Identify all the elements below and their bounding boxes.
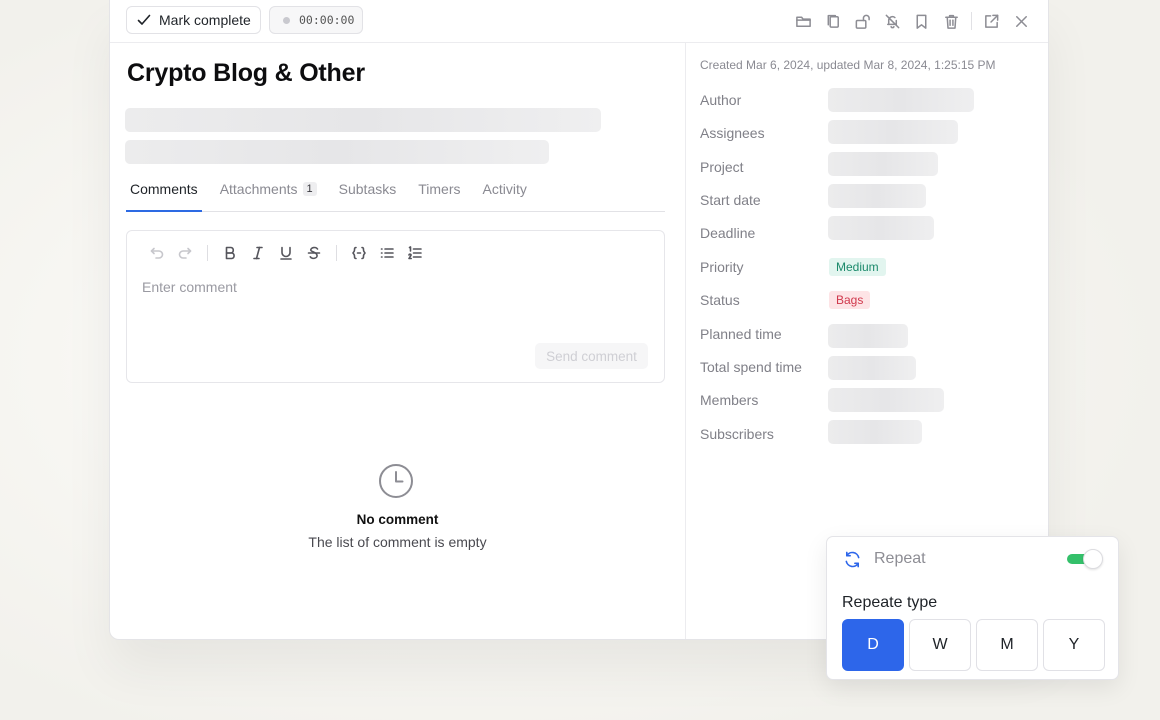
repeat-type-label: Repeate type — [842, 594, 938, 611]
send-comment-button[interactable]: Send comment — [535, 343, 648, 369]
created-updated-text: Created Mar 6, 2024, updated Mar 8, 2024… — [700, 58, 996, 72]
empty-state-subtitle: The list of comment is empty — [308, 534, 487, 550]
property-label-deadline: Deadline — [700, 225, 756, 241]
delete-button[interactable] — [937, 9, 967, 33]
refresh-icon — [845, 551, 860, 568]
external-link-icon — [985, 14, 999, 28]
copy-icon — [827, 14, 839, 28]
bookmark-button[interactable] — [907, 9, 937, 33]
subscribers-value-skeleton[interactable] — [828, 420, 922, 444]
redo-button[interactable] — [171, 243, 199, 263]
timer-value: 00:00:00 — [299, 13, 355, 27]
comment-input[interactable]: Enter comment — [142, 279, 237, 295]
underline-button[interactable] — [272, 243, 300, 263]
task-main-panel: Crypto Blog & Other Comments Attachments… — [110, 43, 685, 639]
undo-icon — [150, 247, 164, 259]
open-external-button[interactable] — [977, 9, 1007, 33]
task-title: Crypto Blog & Other — [127, 59, 365, 87]
description-skeleton-line — [125, 108, 601, 132]
code-braces-icon — [352, 246, 366, 260]
strikethrough-icon — [307, 246, 321, 260]
repeat-type-yearly-button[interactable]: Y — [1043, 619, 1105, 671]
underline-icon — [280, 246, 292, 260]
folder-icon — [796, 15, 812, 27]
priority-badge[interactable]: Medium — [829, 258, 886, 276]
repeat-label: Repeat — [874, 550, 926, 567]
members-value-skeleton[interactable] — [828, 388, 944, 412]
property-label-status: Status — [700, 292, 740, 308]
property-label-members: Members — [700, 392, 759, 408]
property-label-project: Project — [700, 159, 744, 175]
bold-icon — [225, 246, 235, 260]
attachments-count-badge: 1 — [302, 182, 317, 196]
toolbar-divider — [971, 12, 972, 30]
close-button[interactable] — [1007, 9, 1037, 33]
timer-status-dot — [283, 16, 290, 24]
redo-icon — [178, 247, 192, 259]
property-label-author: Author — [700, 92, 742, 108]
property-label-total-spend-time: Total spend time — [700, 359, 802, 375]
property-label-assignees: Assignees — [700, 125, 765, 141]
unlock-button[interactable] — [848, 9, 878, 33]
property-label-planned-time: Planned time — [700, 326, 782, 342]
author-value-skeleton[interactable] — [828, 88, 974, 112]
project-value-skeleton[interactable] — [828, 152, 938, 176]
tab-subtasks[interactable]: Subtasks — [335, 181, 401, 212]
editor-toolbar — [143, 243, 429, 263]
planned-time-value-skeleton[interactable] — [828, 324, 908, 348]
total-spend-time-value-skeleton[interactable] — [828, 356, 916, 380]
tab-timers[interactable]: Timers — [414, 181, 464, 212]
unlock-icon — [855, 14, 871, 29]
bullet-list-icon — [380, 248, 394, 258]
empty-state-title: No comment — [356, 512, 439, 527]
start-date-value-skeleton[interactable] — [828, 184, 926, 208]
bullet-list-button[interactable] — [373, 243, 401, 263]
repeat-type-daily-button[interactable]: D — [842, 619, 904, 671]
comment-editor: Enter comment Send comment — [126, 230, 665, 383]
folder-button[interactable] — [789, 9, 819, 33]
repeat-type-weekly-button[interactable]: W — [909, 619, 971, 671]
tab-comments[interactable]: Comments — [126, 181, 202, 212]
property-label-subscribers: Subscribers — [700, 426, 774, 442]
editor-divider — [336, 245, 337, 261]
italic-icon — [253, 246, 263, 260]
toggle-knob — [1083, 549, 1103, 569]
status-badge[interactable]: Bags — [829, 291, 871, 309]
bookmark-icon — [916, 14, 927, 29]
tab-activity[interactable]: Activity — [479, 181, 531, 212]
repeat-toggle[interactable] — [1067, 549, 1103, 569]
mute-notifications-button[interactable] — [878, 9, 908, 33]
repeat-popover: Repeat Repeate type D W M Y — [826, 536, 1119, 680]
task-toolbar: Mark complete 00:00:00 — [110, 0, 1048, 43]
undo-button[interactable] — [143, 243, 171, 263]
checkmark-icon — [137, 14, 151, 25]
repeat-type-monthly-button[interactable]: M — [976, 619, 1038, 671]
editor-divider — [207, 245, 208, 261]
bold-button[interactable] — [216, 243, 244, 263]
ordered-list-icon — [408, 246, 422, 260]
deadline-value-skeleton[interactable] — [828, 216, 934, 240]
close-icon — [1015, 15, 1027, 27]
bell-off-icon — [885, 14, 900, 28]
description-skeleton-line — [125, 140, 549, 164]
assignees-value-skeleton[interactable] — [828, 120, 958, 144]
ordered-list-button[interactable] — [401, 243, 429, 263]
trash-icon — [944, 14, 958, 29]
strikethrough-button[interactable] — [300, 243, 328, 263]
toolbar-actions — [789, 9, 1036, 33]
tab-attachments[interactable]: Attachments 1 — [216, 181, 321, 212]
italic-button[interactable] — [244, 243, 272, 263]
mark-complete-button[interactable]: Mark complete — [126, 6, 261, 34]
property-label-start-date: Start date — [700, 192, 761, 208]
repeat-type-options: D W M Y — [842, 619, 1105, 671]
timer-button[interactable]: 00:00:00 — [269, 6, 363, 34]
mark-complete-label: Mark complete — [159, 12, 251, 28]
task-tabs: Comments Attachments 1 Subtasks Timers Ac… — [126, 181, 665, 212]
clock-icon — [379, 464, 413, 498]
copy-button[interactable] — [819, 9, 849, 33]
property-label-priority: Priority — [700, 259, 744, 275]
code-button[interactable] — [345, 243, 373, 263]
